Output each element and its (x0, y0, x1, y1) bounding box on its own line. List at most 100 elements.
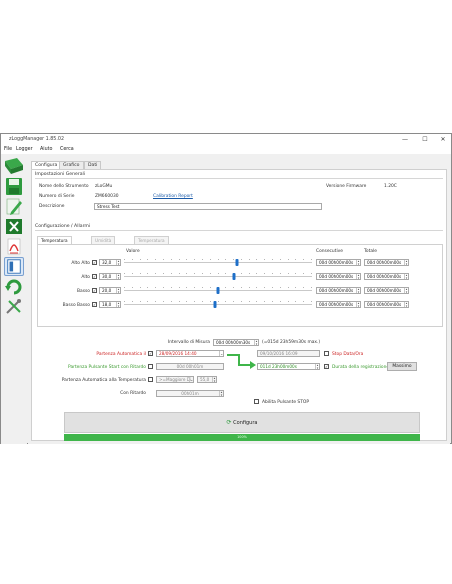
spinner-icon[interactable]: ▴ ▾ (315, 364, 319, 369)
spinner-icon[interactable]: ▴ ▾ (356, 302, 360, 307)
interval-label: Intervallo di Misura (167, 340, 210, 345)
alarm-label-alto-alto: Alto Alto (71, 261, 90, 266)
spinner-icon[interactable]: ▴ ▾ (212, 377, 216, 382)
calibration-report-link[interactable]: Calibration Report (153, 194, 193, 199)
slider-track (124, 262, 312, 263)
alarm-value-alto-alto[interactable]: 32,0 ▴ ▾ (99, 259, 121, 266)
progress-bar: 100% (64, 434, 420, 441)
slider-tick (170, 287, 172, 289)
alarm-checkbox-basso[interactable]: ✓ (92, 288, 97, 293)
temp-condition-select[interactable]: >=Maggiore Di ⌄ (156, 376, 194, 383)
refresh-button[interactable] (4, 277, 24, 296)
alarm-slider-basso-basso[interactable] (124, 301, 312, 308)
configure-toolbar-button[interactable] (4, 257, 24, 276)
slider-tick (131, 287, 133, 289)
alarm-slider-basso[interactable] (124, 287, 312, 294)
tab-dati[interactable]: Dati (84, 161, 102, 169)
alarm-total-alto[interactable]: 00d 00h00m00s ▴ ▾ (364, 273, 409, 280)
tools-button[interactable] (4, 297, 24, 316)
configure-button[interactable]: ⟳ Configura (64, 412, 420, 433)
temp-value-input[interactable]: 55,0 ▴ ▾ (197, 376, 217, 383)
alarm-total-basso-basso[interactable]: 00d 00h00m00s ▴ ▾ (364, 301, 409, 308)
interval-value: 00d 00h00m30s (216, 340, 251, 345)
spinner-icon[interactable]: ▴ ▾ (116, 274, 120, 279)
alarm-consecutive-basso[interactable]: 00d 00h00m00s ▴ ▾ (316, 287, 361, 294)
spinner-icon[interactable]: ▴ ▾ (404, 302, 408, 307)
button-start-checkbox[interactable] (148, 364, 153, 369)
slider-tick (279, 259, 281, 261)
slider-tick (248, 301, 250, 303)
spinner-icon[interactable]: ▴ ▾ (404, 260, 408, 265)
alarm-consecutive-alto-alto[interactable]: 00d 00h00m00s ▴ ▾ (316, 259, 361, 266)
stop-date-checkbox[interactable] (324, 351, 329, 356)
menu-aiuto[interactable]: Aiuto (40, 147, 52, 152)
slider-tick (287, 259, 289, 261)
spinner-icon[interactable]: ▴ ▾ (116, 288, 120, 293)
chevron-down-icon[interactable]: ⌄ (219, 351, 223, 356)
temp-start-checkbox[interactable] (148, 377, 153, 382)
spinner-icon[interactable]: ▴ ▾ (356, 288, 360, 293)
duration-input[interactable]: 011d 23h00m00s ▴ ▾ (257, 363, 320, 370)
alarm-consecutive-basso-basso[interactable]: 00d 00h00m00s ▴ ▾ (316, 301, 361, 308)
alarm-value-basso-basso[interactable]: 18,0 ▴ ▾ (99, 301, 121, 308)
subtab-temperatura-interna[interactable]: Temperatura Interna (37, 236, 72, 251)
slider-tick (217, 273, 219, 275)
pdf-export-button[interactable] (4, 237, 24, 256)
slider-thumb[interactable] (216, 287, 220, 294)
spinner-icon[interactable]: ▴ ▾ (356, 274, 360, 279)
spinner-icon[interactable]: ▴ ▾ (404, 274, 408, 279)
slider-tick (233, 287, 235, 289)
alarm-value-alto[interactable]: 30,0 ▴ ▾ (99, 273, 121, 280)
spinner-icon[interactable]: ▴ ▾ (116, 302, 120, 307)
slider-thumb[interactable] (232, 273, 236, 280)
alarm-slider-alto[interactable] (124, 273, 312, 280)
spinner-icon[interactable]: ▴ ▾ (356, 260, 360, 265)
database-icon (5, 158, 23, 174)
alarm-checkbox-alto-alto[interactable]: ✓ (92, 260, 97, 265)
configure-button-label: Configura (233, 420, 258, 426)
database-button[interactable] (4, 157, 24, 176)
duration-checkbox[interactable]: ✓ (324, 364, 329, 369)
chevron-down-icon[interactable]: ⌄ (189, 377, 193, 382)
spinner-icon[interactable]: ▴ ▾ (404, 288, 408, 293)
save-button[interactable] (4, 177, 24, 196)
value-column-header: Valore (126, 249, 140, 254)
slider-thumb[interactable] (213, 301, 217, 308)
subtab-temperatura-esterna[interactable]: Temperatura Esterna (134, 236, 169, 251)
spinner-icon[interactable]: ▴ ▾ (116, 260, 120, 265)
alarm-value-basso[interactable]: 20,0 ▴ ▾ (99, 287, 121, 294)
slider-thumb[interactable] (235, 259, 239, 266)
auto-start-date-picker[interactable]: 28/09/2016 14:40 ⌄ (156, 350, 224, 357)
minimize-button[interactable]: — (401, 136, 409, 143)
tab-grafico[interactable]: Grafico (59, 161, 84, 169)
alarm-total-alto-alto[interactable]: 00d 00h00m00s ▴ ▾ (364, 259, 409, 266)
stop-date-picker[interactable]: 09/10/2016 16:09 (257, 350, 320, 357)
menu-logger[interactable]: Logger (16, 147, 33, 152)
edit-button[interactable] (4, 197, 24, 216)
slider-tick (279, 273, 281, 275)
maximize-button[interactable]: ☐ (421, 136, 429, 143)
with-delay-input[interactable]: 00h01m ▴ ▾ (156, 390, 224, 397)
alarm-slider-alto-alto[interactable] (124, 259, 312, 266)
alarm-consecutive-alto[interactable]: 00d 00h00m00s ▴ ▾ (316, 273, 361, 280)
description-input[interactable]: Stress Test (94, 203, 322, 210)
alarm-total-basso[interactable]: 00d 00h00m00s ▴ ▾ (364, 287, 409, 294)
alarm-checkbox-basso-basso[interactable]: ✓ (92, 302, 97, 307)
spinner-icon[interactable]: ▴ ▾ (254, 340, 258, 345)
subtab-umidita-interna[interactable]: Umidità Interna (91, 236, 116, 251)
interval-input[interactable]: 00d 00h00m30s ▴ ▾ (213, 339, 259, 346)
stop-button-checkbox[interactable] (254, 399, 259, 404)
auto-start-date: 28/09/2016 14:40 (159, 351, 197, 356)
menu-file[interactable]: File (4, 147, 12, 152)
max-button[interactable]: Massimo (387, 362, 417, 371)
slider-tick (295, 287, 297, 289)
menu-cerca[interactable]: Cerca (60, 147, 74, 152)
spinner-icon[interactable]: ▴ ▾ (219, 391, 223, 396)
close-button[interactable]: ✕ (439, 136, 447, 143)
alarm-checkbox-alto[interactable]: ✓ (92, 274, 97, 279)
slider-tick (240, 301, 242, 303)
button-start-delay-input[interactable]: 00d 00h01m (156, 363, 224, 370)
auto-start-checkbox[interactable]: ✓ (148, 351, 153, 356)
slider-tick (201, 273, 203, 275)
excel-export-button[interactable] (4, 217, 24, 236)
